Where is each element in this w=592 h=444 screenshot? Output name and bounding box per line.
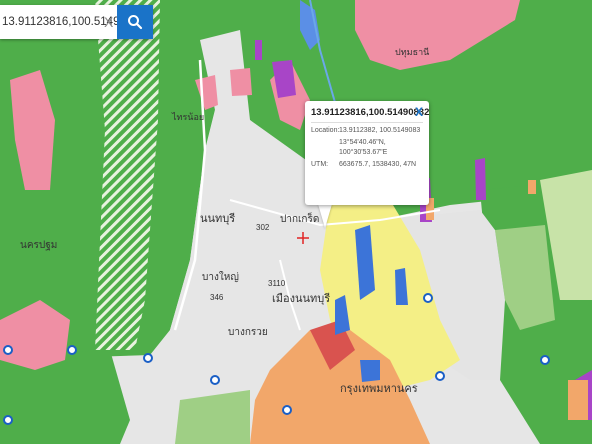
popup-close-button[interactable]: X bbox=[415, 105, 423, 119]
popup-divider bbox=[311, 122, 423, 123]
zoning-map[interactable]: นนทบุรี ปากเกร็ด บางใหญ่ เมืองนนทบุรี นค… bbox=[0, 0, 592, 444]
industrial-zone-b bbox=[475, 158, 486, 200]
search-bar: X bbox=[0, 5, 153, 39]
blue-zone-d bbox=[360, 360, 380, 382]
place-label-nonthaburi: นนทบุรี bbox=[200, 212, 235, 225]
popup-pointer bbox=[318, 204, 332, 228]
poi-marker-b[interactable] bbox=[67, 345, 77, 355]
road-label-3110: 3110 bbox=[268, 279, 286, 288]
residential-zone-c bbox=[230, 68, 252, 96]
utm-value: 663675.7, 1538430, 47N bbox=[339, 161, 417, 168]
place-label-pak-kret: ปากเกร็ด bbox=[280, 211, 319, 225]
search-icon bbox=[128, 15, 143, 30]
poi-marker-c[interactable] bbox=[143, 353, 153, 363]
search-button[interactable] bbox=[117, 5, 153, 39]
place-label-nakhon-pathom: นครปฐม bbox=[20, 240, 57, 251]
place-label-pathum-thani: ปทุมธานี bbox=[395, 47, 429, 58]
poi-marker-g[interactable] bbox=[435, 371, 445, 381]
poi-marker-e[interactable] bbox=[282, 405, 292, 415]
location-dms-lon: 100°30'53.67"E bbox=[339, 149, 388, 156]
poi-marker-d[interactable] bbox=[210, 375, 220, 385]
place-label-bang-kruai: บางกรวย bbox=[228, 327, 268, 338]
location-label: Location: bbox=[311, 127, 340, 134]
place-label-bang-yai: บางใหญ่ bbox=[202, 271, 239, 283]
orange-zone-se bbox=[568, 380, 588, 420]
industrial-zone-e bbox=[255, 40, 262, 60]
coordinate-search-input[interactable] bbox=[0, 5, 117, 39]
poi-marker-h[interactable] bbox=[540, 355, 550, 365]
place-label-mueang-nonthaburi: เมืองนนทบุรี bbox=[272, 292, 330, 305]
popup-location-row: Location: 13.9112382, 100.5149083 bbox=[311, 126, 423, 136]
utm-label: UTM: bbox=[311, 161, 329, 168]
popup-title: 13.91123816,100.51490832 bbox=[311, 107, 430, 118]
popup-utm-row: UTM: 663675.7, 1538430, 47N bbox=[311, 160, 423, 170]
orange-marker-b bbox=[528, 180, 536, 194]
road-label-346: 346 bbox=[210, 293, 224, 302]
location-decimal: 13.9112382, 100.5149083 bbox=[339, 127, 421, 134]
poi-marker-i[interactable] bbox=[3, 415, 13, 425]
road-label-302: 302 bbox=[256, 223, 270, 232]
poi-marker-f[interactable] bbox=[423, 293, 433, 303]
place-label-sai-noi: ไทรน้อย bbox=[171, 112, 204, 122]
coordinate-popup: 13.91123816,100.51490832 X Location: 13.… bbox=[305, 101, 429, 205]
location-dms-lat: 13°54'40.46"N, bbox=[339, 139, 386, 146]
place-label-bangkok: กรุงเทพมหานคร bbox=[340, 383, 418, 395]
poi-marker-a[interactable] bbox=[3, 345, 13, 355]
popup-dms-row: 13°54'40.46"N, 100°30'53.67"E bbox=[311, 138, 423, 158]
